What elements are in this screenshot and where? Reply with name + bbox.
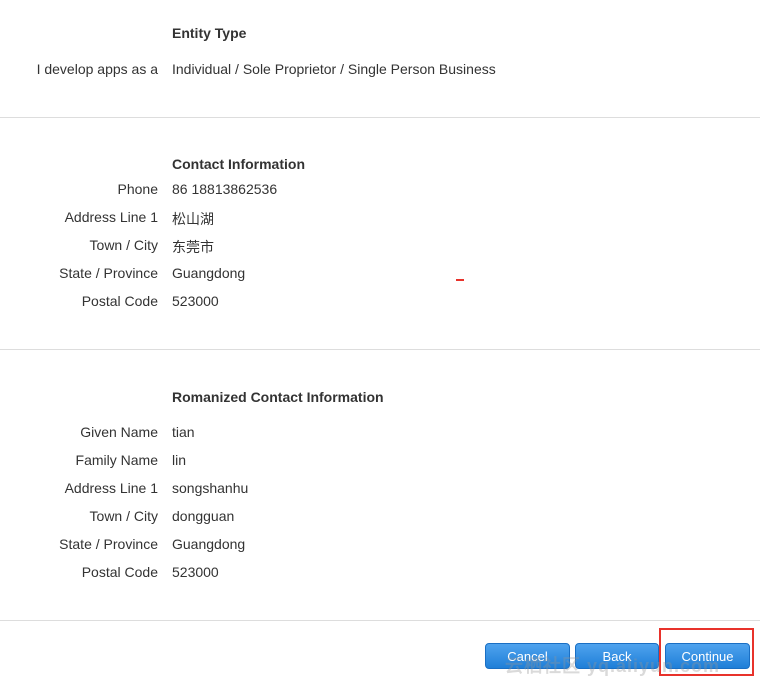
contact-row-city: Town / City 东莞市 [0, 237, 760, 257]
field-label: Given Name [80, 424, 158, 440]
field-label: State / Province [59, 536, 158, 552]
field-value: 523000 [172, 293, 219, 309]
field-value: tian [172, 424, 195, 440]
field-value: 86 18813862536 [172, 181, 278, 197]
divider [0, 349, 760, 350]
divider [0, 117, 760, 118]
field-label: Postal Code [81, 564, 158, 580]
romanized-info-title: Romanized Contact Information [172, 389, 384, 405]
field-value: 松山湖 [172, 211, 214, 227]
field-label: Phone [117, 181, 158, 197]
entity-type-row: I develop apps as a Individual / Sole Pr… [0, 61, 760, 81]
field-value: lin [172, 452, 187, 468]
field-label: Postal Code [81, 293, 158, 309]
field-value: dongguan [172, 508, 235, 524]
romanized-row-city: Town / City dongguan [0, 508, 760, 528]
entity-type-value: Individual / Sole Proprietor / Single Pe… [172, 61, 496, 77]
contact-row-state: State / Province Guangdong [0, 265, 760, 285]
field-value: Guangdong [172, 265, 246, 281]
divider [0, 620, 760, 621]
entity-type-title: Entity Type [172, 25, 247, 41]
romanized-row-address: Address Line 1 songshanhu [0, 480, 760, 500]
field-label: Town / City [89, 237, 158, 253]
field-value: Guangdong [172, 536, 246, 552]
field-label: Address Line 1 [64, 480, 158, 496]
contact-row-postal: Postal Code 523000 [0, 293, 760, 313]
entity-type-label: I develop apps as a [36, 61, 158, 77]
field-label: Family Name [75, 452, 158, 468]
watermark: 云栖社区 yq.aliyun.com [505, 656, 721, 676]
romanized-row-postal: Postal Code 523000 [0, 564, 760, 584]
contact-row-address: Address Line 1 松山湖 [0, 209, 760, 229]
red-mark [456, 279, 464, 281]
field-value: 东莞市 [172, 239, 214, 255]
romanized-row-family-name: Family Name lin [0, 452, 760, 472]
field-label: State / Province [59, 265, 158, 281]
field-value: 523000 [172, 564, 219, 580]
contact-info-title: Contact Information [172, 156, 305, 172]
romanized-row-state: State / Province Guangdong [0, 536, 760, 556]
field-label: Address Line 1 [64, 209, 158, 225]
field-value: songshanhu [172, 480, 249, 496]
romanized-row-given-name: Given Name tian [0, 424, 760, 444]
field-label: Town / City [89, 508, 158, 524]
contact-row-phone: Phone 86 18813862536 [0, 181, 760, 201]
